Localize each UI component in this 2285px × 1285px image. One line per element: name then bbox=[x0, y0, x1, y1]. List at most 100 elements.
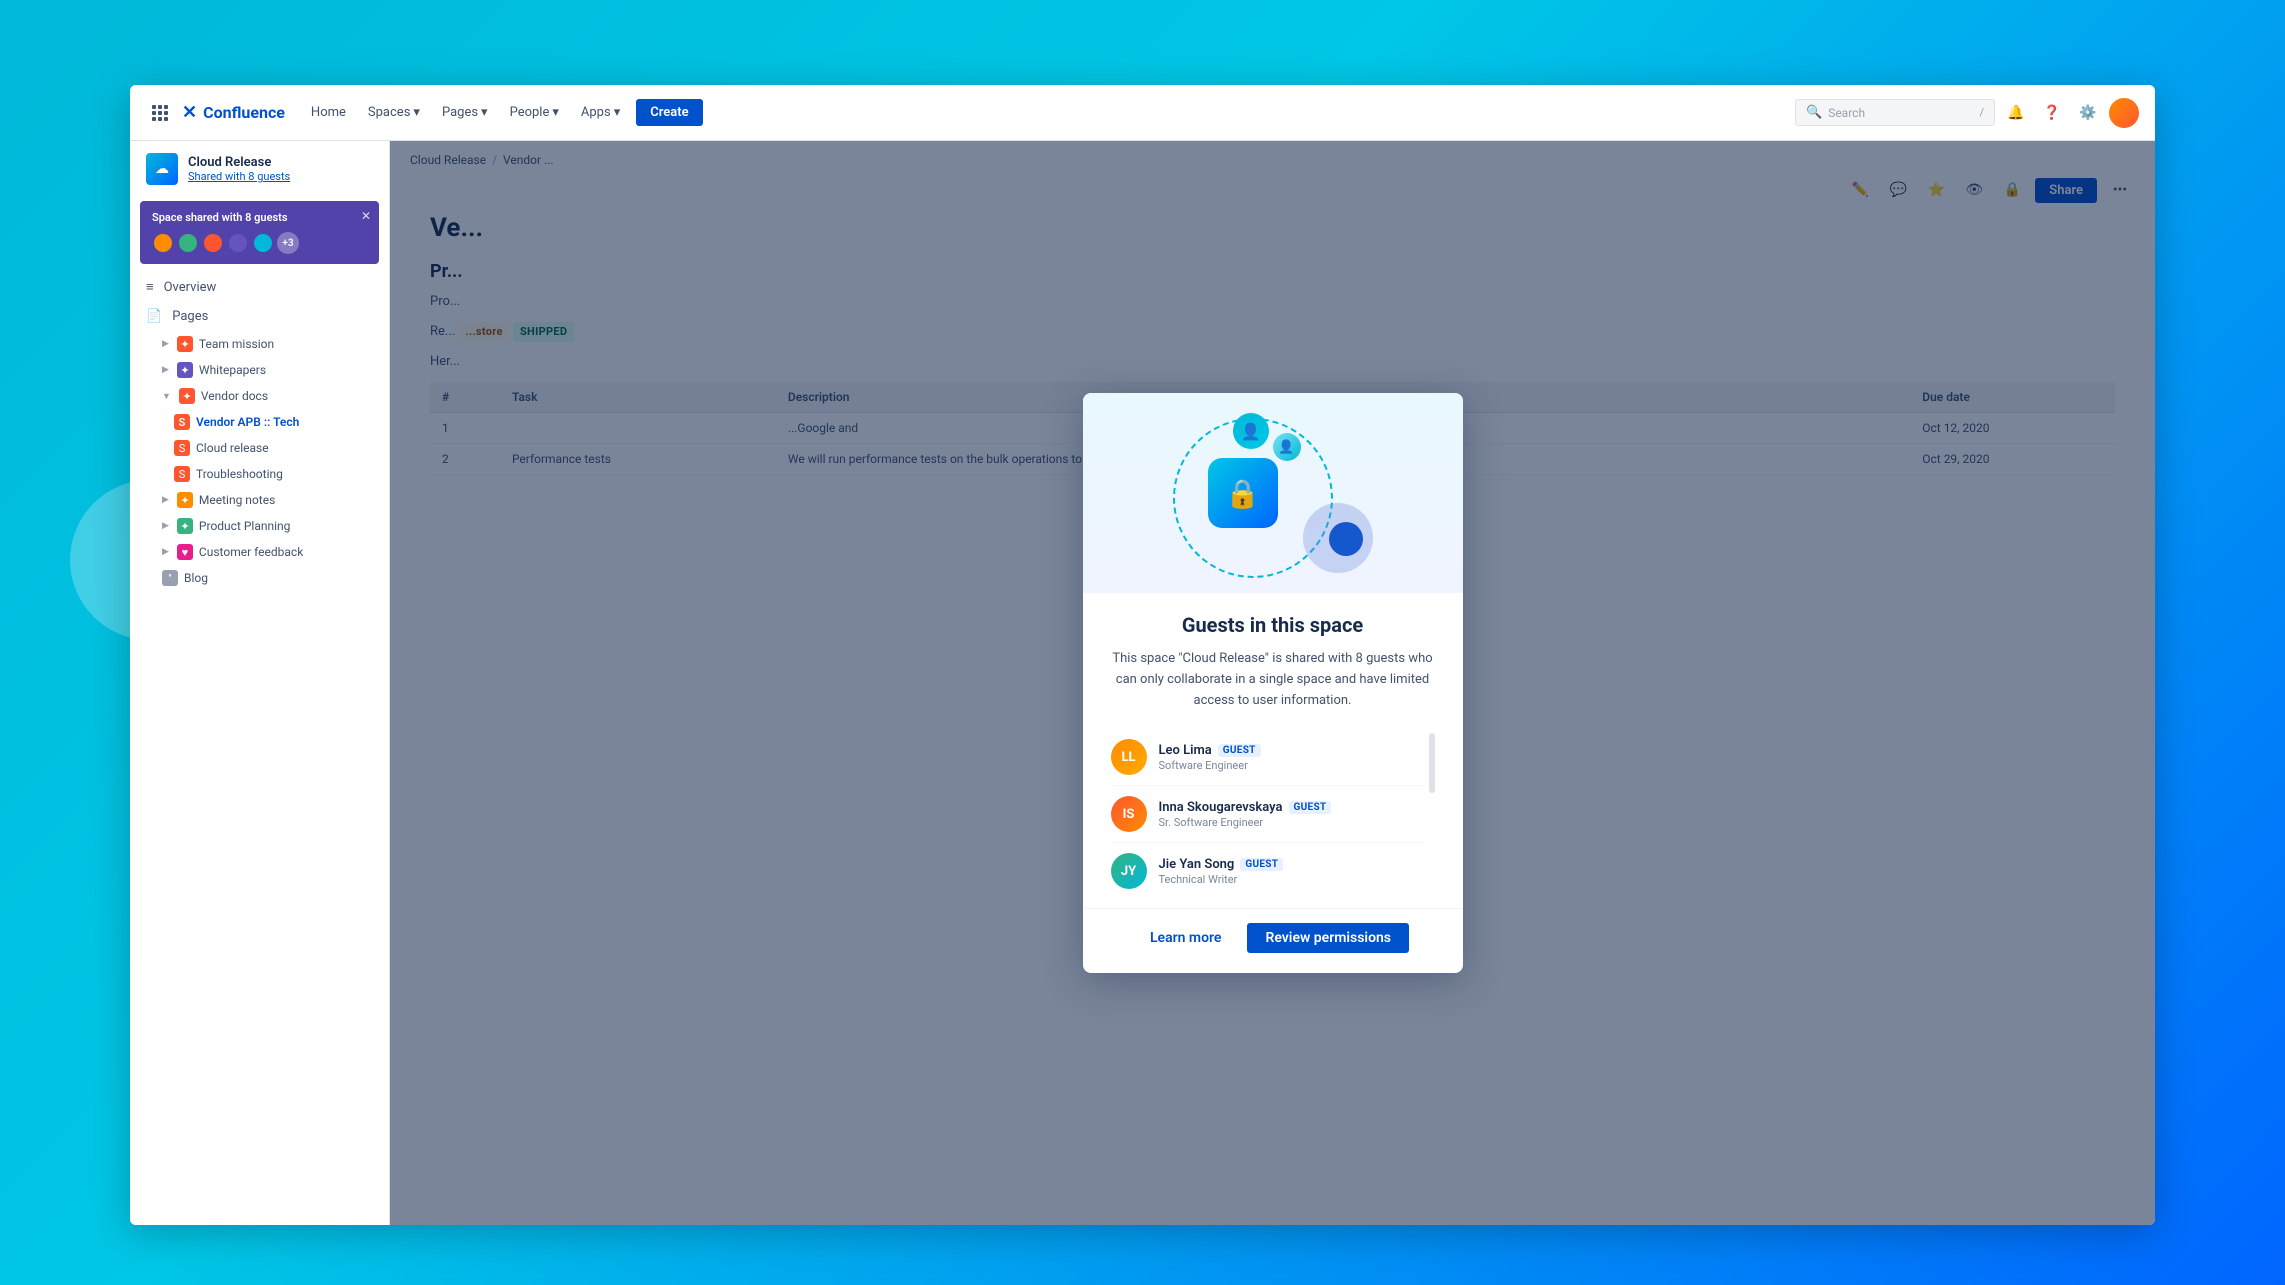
meeting-notes-icon: ✦ bbox=[177, 492, 193, 508]
chevron-right-icon: ▶ bbox=[162, 365, 169, 375]
sidebar-item-blog[interactable]: " Blog bbox=[130, 565, 389, 591]
sidebar-item-vendor-apb[interactable]: S Vendor APB :: Tech bbox=[130, 409, 389, 435]
main-body: ☁ Cloud Release Shared with 8 guests Spa… bbox=[130, 141, 2155, 1225]
product-planning-icon: ✦ bbox=[177, 518, 193, 534]
avatar: JY bbox=[1111, 853, 1147, 889]
search-box[interactable]: 🔍 Search / bbox=[1795, 99, 1995, 126]
confluence-logo-icon: ✕ bbox=[182, 102, 197, 123]
sidebar: ☁ Cloud Release Shared with 8 guests Spa… bbox=[130, 141, 390, 1225]
illustration-dot-blue bbox=[1329, 522, 1363, 556]
help-icon[interactable]: ❓ bbox=[2037, 98, 2067, 128]
user-avatar[interactable] bbox=[2109, 98, 2139, 128]
cloud-release-icon: S bbox=[174, 440, 190, 456]
avatar: LL bbox=[1111, 739, 1147, 775]
confluence-logo[interactable]: ✕ Confluence bbox=[182, 102, 285, 123]
blog-icon: " bbox=[162, 570, 178, 586]
vendor-docs-icon: ✦ bbox=[179, 388, 195, 404]
guest-info: Inna Skougarevskaya GUEST Sr. Software E… bbox=[1159, 800, 1425, 829]
guest-name: Leo Lima GUEST bbox=[1159, 743, 1425, 758]
guest-banner-title: Space shared with 8 guests bbox=[152, 211, 367, 224]
space-icon: ☁ bbox=[146, 153, 178, 185]
modal-overlay[interactable]: 🔒 👤 👤 Guests in this space This space "C… bbox=[390, 141, 2155, 1225]
nav-people[interactable]: People ▾ bbox=[500, 99, 569, 126]
list-item: IS Inna Skougarevskaya GUEST Sr. Softwar… bbox=[1111, 786, 1425, 843]
learn-more-button[interactable]: Learn more bbox=[1136, 923, 1235, 953]
app-container: ✕ Confluence Home Spaces ▾ Pages ▾ Peopl… bbox=[130, 85, 2155, 1225]
sidebar-item-customer-feedback[interactable]: ▶ ♥ Customer feedback bbox=[130, 539, 389, 565]
sidebar-item-team-mission[interactable]: ▶ ✦ Team mission bbox=[130, 331, 389, 357]
whitepapers-icon: ✦ bbox=[177, 362, 193, 378]
people-chevron-icon: ▾ bbox=[552, 105, 559, 120]
grid-icon[interactable] bbox=[146, 99, 174, 127]
modal-hero: 🔒 👤 👤 bbox=[1083, 393, 1463, 593]
guest-avatar-list: +3 bbox=[152, 232, 367, 254]
guest-badge: GUEST bbox=[1289, 801, 1332, 814]
guest-role: Technical Writer bbox=[1159, 873, 1425, 886]
chevron-right-icon: ▶ bbox=[162, 547, 169, 557]
list-item: LL Leo Lima GUEST Software Engineer bbox=[1111, 729, 1425, 786]
nav-right-controls: 🔍 Search / 🔔 ❓ ⚙️ bbox=[1795, 98, 2139, 128]
avatar: IS bbox=[1111, 796, 1147, 832]
chevron-right-icon: ▶ bbox=[162, 495, 169, 505]
pages-icon: 📄 bbox=[146, 309, 162, 324]
guest-avatar-3 bbox=[202, 232, 224, 254]
scrollbar[interactable] bbox=[1429, 733, 1435, 793]
sidebar-space-header: ☁ Cloud Release Shared with 8 guests bbox=[130, 141, 389, 197]
top-navigation: ✕ Confluence Home Spaces ▾ Pages ▾ Peopl… bbox=[130, 85, 2155, 141]
spaces-chevron-icon: ▾ bbox=[413, 105, 420, 120]
guests-modal: 🔒 👤 👤 Guests in this space This space "C… bbox=[1083, 393, 1463, 973]
guest-role: Sr. Software Engineer bbox=[1159, 816, 1425, 829]
guest-name: Jie Yan Song GUEST bbox=[1159, 857, 1425, 872]
vendor-apb-icon: S bbox=[174, 414, 190, 430]
guest-banner[interactable]: Space shared with 8 guests ✕ +3 bbox=[140, 201, 379, 264]
list-item: JY Jie Yan Song GUEST Technical Writer bbox=[1111, 843, 1425, 899]
guest-avatar-2 bbox=[177, 232, 199, 254]
guest-scroll-area: LL Leo Lima GUEST Software Engineer bbox=[1111, 729, 1435, 908]
sidebar-item-vendor-docs[interactable]: ▼ ✦ Vendor docs bbox=[130, 383, 389, 409]
guest-role: Software Engineer bbox=[1159, 759, 1425, 772]
search-icon: 🔍 bbox=[1806, 105, 1822, 120]
content-area: Cloud Release / Vendor ... ✏️ 💬 ⭐ 👁 🔒 Sh… bbox=[390, 141, 2155, 1225]
guest-badge: GUEST bbox=[1218, 744, 1261, 757]
illustration-person-icon-1: 👤 bbox=[1233, 413, 1269, 449]
search-shortcut: / bbox=[1979, 106, 1984, 119]
sidebar-item-meeting-notes[interactable]: ▶ ✦ Meeting notes bbox=[130, 487, 389, 513]
sidebar-item-product-planning[interactable]: ▶ ✦ Product Planning bbox=[130, 513, 389, 539]
sidebar-item-whitepapers[interactable]: ▶ ✦ Whitepapers bbox=[130, 357, 389, 383]
guest-info: Leo Lima GUEST Software Engineer bbox=[1159, 743, 1425, 772]
create-button[interactable]: Create bbox=[636, 99, 702, 126]
sidebar-item-cloud-release[interactable]: S Cloud release bbox=[130, 435, 389, 461]
settings-icon[interactable]: ⚙️ bbox=[2073, 98, 2103, 128]
review-permissions-button[interactable]: Review permissions bbox=[1247, 923, 1409, 953]
confluence-logo-text: Confluence bbox=[203, 103, 285, 122]
pages-chevron-icon: ▾ bbox=[481, 105, 488, 120]
nav-items: Home Spaces ▾ Pages ▾ People ▾ Apps ▾ Cr… bbox=[301, 99, 1787, 126]
guest-avatar-4 bbox=[227, 232, 249, 254]
chevron-right-icon: ▶ bbox=[162, 521, 169, 531]
guest-avatar-5 bbox=[252, 232, 274, 254]
apps-chevron-icon: ▾ bbox=[614, 105, 621, 120]
team-mission-icon: ✦ bbox=[177, 336, 193, 352]
illustration-person-icon-2: 👤 bbox=[1273, 433, 1301, 461]
close-icon[interactable]: ✕ bbox=[361, 209, 371, 223]
sidebar-item-pages[interactable]: 📄 Pages bbox=[130, 302, 389, 331]
sidebar-item-troubleshooting[interactable]: S Troubleshooting bbox=[130, 461, 389, 487]
guest-avatar-overflow: +3 bbox=[277, 232, 299, 254]
chevron-down-icon: ▼ bbox=[162, 391, 171, 402]
guest-info: Jie Yan Song GUEST Technical Writer bbox=[1159, 857, 1425, 886]
space-guests-link[interactable]: Shared with 8 guests bbox=[188, 170, 290, 183]
nav-pages[interactable]: Pages ▾ bbox=[432, 99, 498, 126]
customer-feedback-icon: ♥ bbox=[177, 544, 193, 560]
modal-illustration: 🔒 👤 👤 bbox=[1163, 418, 1383, 578]
modal-description: This space "Cloud Release" is shared wit… bbox=[1111, 649, 1435, 711]
nav-apps[interactable]: Apps ▾ bbox=[571, 99, 630, 126]
sidebar-item-overview[interactable]: ≡ Overview bbox=[130, 272, 389, 302]
guest-name: Inna Skougarevskaya GUEST bbox=[1159, 800, 1425, 815]
modal-footer: Learn more Review permissions bbox=[1083, 908, 1463, 973]
chevron-right-icon: ▶ bbox=[162, 339, 169, 349]
guest-list: LL Leo Lima GUEST Software Engineer bbox=[1111, 729, 1425, 899]
notifications-icon[interactable]: 🔔 bbox=[2001, 98, 2031, 128]
nav-spaces[interactable]: Spaces ▾ bbox=[358, 99, 430, 126]
illustration-lock-icon: 🔒 bbox=[1208, 458, 1278, 528]
nav-home[interactable]: Home bbox=[301, 99, 356, 126]
